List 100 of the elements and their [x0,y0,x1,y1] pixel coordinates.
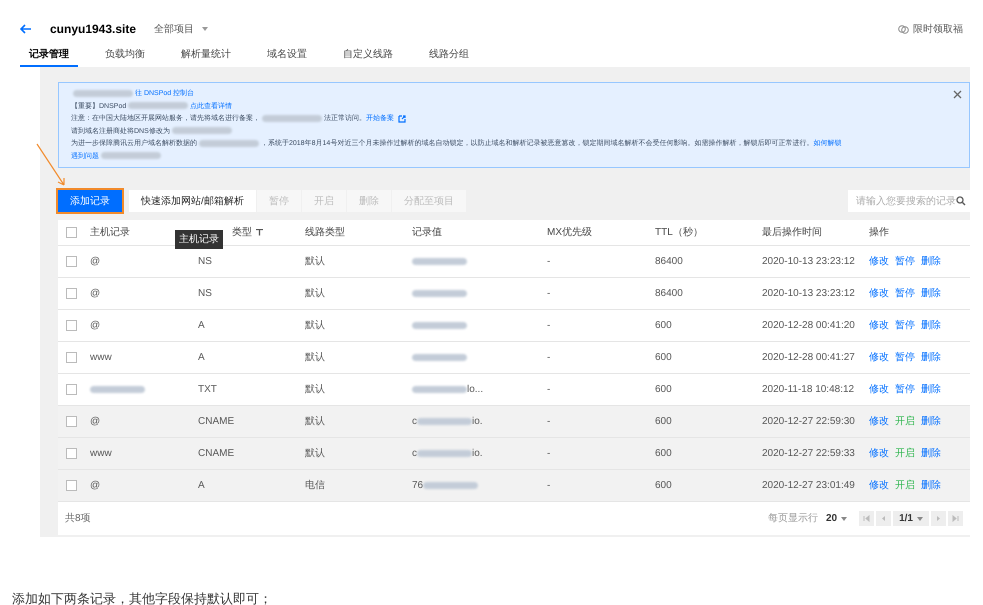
total-count: 共8项 [65,512,91,526]
table-cell-text: NS [198,255,213,269]
table-cell-text: 默认 [305,319,326,333]
text-fragment: c [412,416,417,427]
caret-icon [841,516,848,520]
checkbox[interactable] [66,416,77,427]
tab[interactable]: 域名设置 [258,44,316,67]
column-header: TTL（秒） [655,226,703,240]
page-dropdown[interactable]: 1/1 [893,511,929,526]
action-link[interactable]: 删除 [921,318,941,333]
tab[interactable]: 负载均衡 [96,44,154,67]
table-cell-text: - [547,255,552,269]
action-link[interactable]: 修改 [869,254,889,269]
text-fragment: io. [472,416,483,427]
blurred-text [412,258,467,265]
table-cell-text: - [547,479,552,493]
caret-icon [202,27,208,31]
blurred-text [412,386,467,393]
text-fragment: 76 [412,480,424,491]
checkbox[interactable] [66,448,77,459]
checkbox[interactable] [66,384,77,395]
blurred-text [199,140,259,147]
close-icon[interactable] [953,90,962,99]
blurred-text [417,418,472,425]
column-header: 记录值 [412,226,442,240]
table-cell-text: 2020-12-28 00:41:20 [762,319,856,333]
action-link[interactable]: 暂停 [895,350,915,365]
text-fragment: @ [90,320,100,331]
action-link[interactable]: 修改 [869,286,889,301]
action-link[interactable]: 暂停 [895,318,915,333]
column-header: 主机记录 [90,226,130,240]
text-fragment: @ [90,256,100,267]
table-cell-text: TXT [198,383,218,397]
action-link[interactable]: 开启 [895,446,915,461]
table-cell-text: 2020-12-28 00:41:27 [762,351,856,365]
table-cell-text: 2020-10-13 23:23:12 [762,287,856,301]
action-link[interactable]: 修改 [869,414,889,429]
next-page-icon[interactable] [931,511,946,526]
action-link[interactable]: 删除 [921,478,941,493]
table-cell-text: 2020-12-27 23:01:49 [762,479,856,493]
column-header: 操作 [869,226,889,240]
search-field[interactable]: 请输入您要搜索的记录 [848,190,970,212]
first-page-icon[interactable] [859,511,874,526]
table-cell-text: - [547,351,552,365]
tab[interactable]: 线路分组 [420,44,478,67]
tab[interactable]: 解析量统计 [172,44,240,67]
page-size-dropdown[interactable]: 20 [826,511,848,526]
text-fragment: c [412,448,417,459]
action-link[interactable]: 暂停 [895,286,915,301]
table-cell-text: 2020-10-13 23:23:12 [762,255,856,269]
checkbox[interactable] [66,227,77,238]
page-size-label: 每页显示行 [768,512,818,526]
tooltip: 主机记录 [175,230,223,249]
table-cell-text: 600 [655,351,673,365]
action-link[interactable]: 删除 [921,350,941,365]
action-link[interactable]: 开启 [895,478,915,493]
checkbox[interactable] [66,480,77,491]
action-link[interactable]: 暂停 [895,254,915,269]
action-link[interactable]: 修改 [869,382,889,397]
back-arrow-icon[interactable] [20,24,32,34]
action-link[interactable]: 修改 [869,350,889,365]
column-header: 线路类型 [305,226,345,240]
table-cell-text: 2020-11-18 10:48:12 [762,383,856,397]
text-fragment: @ [90,416,100,427]
checkbox[interactable] [66,320,77,331]
action-link[interactable]: 暂停 [895,382,915,397]
table-cell-text: 600 [655,479,673,493]
blurred-text [412,322,467,329]
table-cell-text: 默认 [305,415,326,429]
tab[interactable]: 自定义线路 [334,44,402,67]
chat-icon [898,24,909,34]
action-link[interactable]: 修改 [869,478,889,493]
filter-icon[interactable] [256,229,263,236]
action-link[interactable]: 删除 [921,446,941,461]
table-cell-text: 86400 [655,255,684,269]
promo-link[interactable]: 限时领取福 [913,22,963,36]
table-cell-text: A [198,479,206,493]
table-cell-text: - [547,447,552,461]
action-link[interactable]: 开启 [895,414,915,429]
action-link[interactable]: 删除 [921,254,941,269]
toolbar-button[interactable]: 添加记录 [58,190,122,212]
caret-icon [917,516,923,520]
action-link[interactable]: 修改 [869,446,889,461]
checkbox[interactable] [66,352,77,363]
action-link[interactable]: 删除 [921,414,941,429]
action-link[interactable]: 修改 [869,318,889,333]
text-fragment: lo... [467,384,484,395]
toolbar-button[interactable]: 快速添加网站/邮箱解析 [129,190,256,212]
project-dropdown[interactable]: 全部项目 [154,22,208,36]
checkbox[interactable] [66,256,77,267]
action-link[interactable]: 删除 [921,382,941,397]
action-link[interactable]: 删除 [921,286,941,301]
table-cell-text: 600 [655,415,673,429]
checkbox[interactable] [66,288,77,299]
table-cell-text: - [547,319,552,333]
blurred-text [73,90,133,97]
last-page-icon[interactable] [948,511,963,526]
blurred-text [423,482,478,489]
previous-page-icon[interactable] [876,511,892,526]
table-cell-text: 600 [655,383,673,397]
